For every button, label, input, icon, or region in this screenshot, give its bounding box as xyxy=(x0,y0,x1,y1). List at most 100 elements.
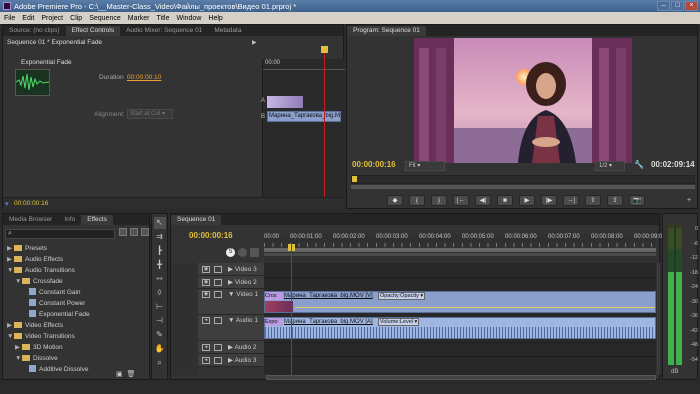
razor-tool-icon[interactable]: ◊ xyxy=(154,287,166,299)
filter-icon[interactable]: ▾ xyxy=(5,200,9,208)
marker-icon[interactable] xyxy=(250,248,259,257)
menu-file[interactable]: File xyxy=(4,15,15,22)
speaker-icon[interactable]: ◂ xyxy=(202,343,210,351)
menu-sequence[interactable]: Sequence xyxy=(89,15,121,22)
tab-program[interactable]: Program: Sequence 01 xyxy=(347,26,426,36)
menu-title[interactable]: Title xyxy=(157,15,170,22)
timeline-scrollbar[interactable] xyxy=(266,375,656,380)
tree-item-crossfade[interactable]: ▼ Crossfade xyxy=(7,276,147,287)
extract-button[interactable]: ⇪ xyxy=(607,195,623,206)
expand-arrow-icon[interactable]: ▶ xyxy=(15,342,22,353)
tree-item-presets[interactable]: ▶ Presets xyxy=(7,243,147,254)
tab-media-browser[interactable]: Media Browser xyxy=(3,215,58,225)
lock-icon[interactable] xyxy=(214,265,222,273)
play-transition-icon[interactable]: ▶ xyxy=(252,39,257,46)
menu-project[interactable]: Project xyxy=(41,15,63,22)
minimize-icon[interactable]: – xyxy=(657,1,670,11)
tree-item-video-transitions[interactable]: ▼ Video Transitions xyxy=(7,331,147,342)
tree-item-constant-power[interactable]: Constant Power xyxy=(7,298,147,309)
tree-item-audio-transitions[interactable]: ▼ Audio Transitions xyxy=(7,265,147,276)
menu-help[interactable]: Help xyxy=(208,15,222,22)
ripple-edit-tool-icon[interactable]: ┣ xyxy=(154,245,166,257)
zoom-tool-icon[interactable]: ⌕ xyxy=(154,357,166,369)
timeline-tracks[interactable]: Cros Марина_Таргакова_big.MOV [V] Opacit… xyxy=(264,263,656,375)
tree-item-audio-effects[interactable]: ▶ Audio Effects xyxy=(7,254,147,265)
tree-item-dissolve[interactable]: ▼ Dissolve xyxy=(7,353,147,364)
timeline-ruler[interactable]: 00:00 00:00:01:00 00:00:02:00 00:00:03:0… xyxy=(264,234,666,262)
tree-item-video-effects[interactable]: ▶ Video Effects xyxy=(7,320,147,331)
yuv-effects-icon[interactable] xyxy=(141,228,149,236)
speaker-icon[interactable]: ◂ xyxy=(202,317,210,324)
slide-tool-icon[interactable]: ⊣ xyxy=(154,315,166,327)
audio-clip[interactable]: Expo Марина_Таргакова_big.MOV [A] Volume… xyxy=(264,317,656,339)
collapse-arrow-icon[interactable]: ▼ xyxy=(7,331,14,342)
collapse-arrow-icon[interactable]: ▼ xyxy=(15,276,22,287)
track-header-video-3[interactable]: ◉ ▶ Video 3 xyxy=(198,263,264,276)
menu-marker[interactable]: Marker xyxy=(128,15,150,22)
tree-item-constant-gain[interactable]: Constant Gain xyxy=(7,287,147,298)
tab-metadata[interactable]: Metadata xyxy=(208,26,247,36)
opacity-rubberband[interactable] xyxy=(295,307,655,308)
maximize-icon[interactable]: □ xyxy=(671,1,684,11)
fit-select[interactable]: Fit ▾ xyxy=(405,161,445,171)
go-to-in-button[interactable]: |← xyxy=(453,195,469,206)
speaker-icon[interactable]: ◂ xyxy=(202,356,210,364)
collapse-arrow-icon[interactable]: ▼ xyxy=(15,353,22,364)
transition-clip[interactable] xyxy=(267,96,303,108)
track-select-tool-icon[interactable]: ⇉ xyxy=(154,231,166,243)
video-clip[interactable]: Cros Марина_Таргакова_big.MOV [V] Opacit… xyxy=(264,291,656,313)
lock-icon[interactable] xyxy=(214,343,222,351)
32bit-effects-icon[interactable] xyxy=(130,228,138,236)
menu-clip[interactable]: Clip xyxy=(70,15,82,22)
duration-value[interactable]: 00:00:00:10 xyxy=(127,74,161,81)
video-transition[interactable]: Cros xyxy=(265,292,283,300)
tab-source[interactable]: Source: (no clips) xyxy=(3,26,66,36)
go-to-out-button[interactable]: →| xyxy=(563,195,579,206)
rolling-edit-tool-icon[interactable]: ╋ xyxy=(154,259,166,271)
eye-icon[interactable]: ◉ xyxy=(202,278,210,286)
trash-icon[interactable]: 🗑 xyxy=(127,370,136,378)
effect-playhead-icon[interactable] xyxy=(321,46,328,53)
rate-stretch-tool-icon[interactable]: ⇿ xyxy=(154,273,166,285)
collapse-arrow-icon[interactable]: ▼ xyxy=(7,265,14,276)
pen-tool-icon[interactable]: ✎ xyxy=(154,329,166,341)
program-timecode[interactable]: 00:00:00:16 xyxy=(352,160,396,169)
audio-transition[interactable]: Expo xyxy=(265,318,283,326)
mark-in-button[interactable]: { xyxy=(409,195,425,206)
tree-item-3d-motion[interactable]: ▶ 3D Motion xyxy=(7,342,147,353)
menu-edit[interactable]: Edit xyxy=(22,15,34,22)
resolution-select[interactable]: 1/2 ▾ xyxy=(595,161,625,171)
clip-b[interactable]: Марина_Таргакова_big.M xyxy=(267,111,341,122)
hand-tool-icon[interactable]: ✋ xyxy=(154,343,166,355)
tab-effect-controls[interactable]: Effect Controls xyxy=(65,26,121,36)
lock-icon[interactable] xyxy=(214,317,222,324)
effects-search-input[interactable]: ⌕ xyxy=(5,229,115,239)
audio-property-select[interactable]: Volume:Level ▾ xyxy=(378,318,420,326)
set-marker-icon[interactable] xyxy=(238,248,247,257)
track-header-audio-3[interactable]: ◂ ▶ Audio 3 xyxy=(198,354,264,367)
track-header-audio-2[interactable]: ◂ ▶ Audio 2 xyxy=(198,341,264,354)
expand-arrow-icon[interactable]: ▶ xyxy=(7,320,14,331)
selection-tool-icon[interactable]: ↖ xyxy=(153,217,166,229)
play-button[interactable]: ▶ xyxy=(519,195,535,206)
tab-sequence[interactable]: Sequence 01 xyxy=(171,215,222,225)
program-scrub-bar[interactable] xyxy=(351,175,695,184)
lift-button[interactable]: ⇧ xyxy=(585,195,601,206)
tree-item-exponential-fade[interactable]: Exponential Fade xyxy=(7,309,147,320)
slip-tool-icon[interactable]: ⊢ xyxy=(154,301,166,313)
expand-arrow-icon[interactable]: ▶ xyxy=(7,254,14,265)
snap-icon[interactable]: S xyxy=(226,248,235,257)
expand-arrow-icon[interactable]: ▶ xyxy=(7,243,14,254)
wrench-icon[interactable]: 🔧 xyxy=(634,160,644,169)
track-header-video-1[interactable]: ◉ ▼ Video 1 xyxy=(198,289,264,315)
lock-icon[interactable] xyxy=(214,356,222,364)
timeline-vertical-scrollbar[interactable] xyxy=(657,263,660,375)
effect-timeline[interactable]: 00:00 A B Марина_Таргакова_big.M xyxy=(261,59,345,209)
button-editor-icon[interactable]: + xyxy=(687,197,691,204)
effect-current-time[interactable]: 00:00:00:16 xyxy=(14,200,48,207)
lock-icon[interactable] xyxy=(214,278,222,286)
track-header-video-2[interactable]: ◉ ▶ Video 2 xyxy=(198,276,264,289)
program-playhead-icon[interactable] xyxy=(352,176,357,182)
step-back-button[interactable]: ◀| xyxy=(475,195,491,206)
new-bin-icon[interactable]: ▣ xyxy=(116,370,123,378)
